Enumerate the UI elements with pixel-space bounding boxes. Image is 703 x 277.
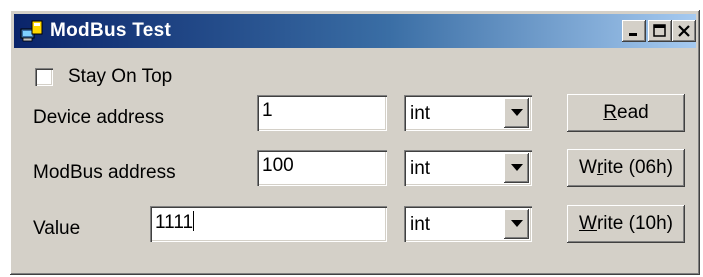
minimize-button[interactable] bbox=[622, 20, 646, 42]
read-accel: R bbox=[603, 102, 618, 123]
value-type-value: int bbox=[410, 214, 431, 235]
write06-label-pre: W bbox=[579, 157, 597, 178]
device-address-type-select[interactable]: int bbox=[404, 95, 532, 131]
title-bar[interactable]: ModBus Test bbox=[14, 14, 696, 48]
write10-accel: W bbox=[579, 213, 597, 234]
modbus-address-type-value: int bbox=[410, 158, 431, 179]
dropdown-arrow-button[interactable] bbox=[504, 209, 529, 239]
maximize-button[interactable] bbox=[648, 20, 672, 42]
dropdown-arrow-button[interactable] bbox=[504, 98, 529, 128]
chevron-down-icon bbox=[510, 220, 523, 227]
window-title: ModBus Test bbox=[50, 20, 172, 41]
modbus-test-window: ModBus Test Stay On Top Device address 1… bbox=[10, 10, 700, 275]
value-text: 1111 bbox=[155, 212, 194, 233]
modbus-address-type-select[interactable]: int bbox=[404, 150, 532, 186]
write-06h-button[interactable]: Wr ite (06h) bbox=[567, 149, 685, 187]
read-label-rest: ead bbox=[617, 102, 649, 123]
minimize-icon bbox=[629, 33, 637, 36]
write-10h-button[interactable]: Write (10h) bbox=[567, 205, 685, 243]
value-label: Value bbox=[33, 218, 81, 239]
modbus-address-input[interactable]: 100 bbox=[257, 150, 387, 186]
close-icon bbox=[678, 25, 690, 37]
dropdown-arrow-button[interactable] bbox=[504, 153, 529, 183]
device-address-type-value: int bbox=[410, 103, 431, 124]
chevron-down-icon bbox=[510, 109, 523, 116]
computer-network-icon bbox=[20, 20, 43, 42]
device-address-label: Device address bbox=[33, 107, 164, 128]
value-type-select[interactable]: int bbox=[404, 206, 532, 242]
value-input[interactable]: 1111 bbox=[150, 206, 387, 242]
maximize-icon bbox=[653, 24, 666, 37]
stay-on-top-label: Stay On Top bbox=[68, 66, 173, 87]
write10-label-rest: rite (10h) bbox=[596, 213, 673, 234]
stay-on-top-checkbox[interactable] bbox=[35, 68, 53, 86]
write06-label-rest: ite (06h) bbox=[603, 157, 673, 178]
text-caret bbox=[193, 211, 195, 231]
chevron-down-icon bbox=[510, 164, 523, 171]
close-button[interactable] bbox=[672, 20, 696, 42]
modbus-address-label: ModBus address bbox=[33, 162, 176, 183]
device-address-input[interactable]: 1 bbox=[257, 95, 387, 131]
read-button[interactable]: Read bbox=[567, 94, 685, 132]
